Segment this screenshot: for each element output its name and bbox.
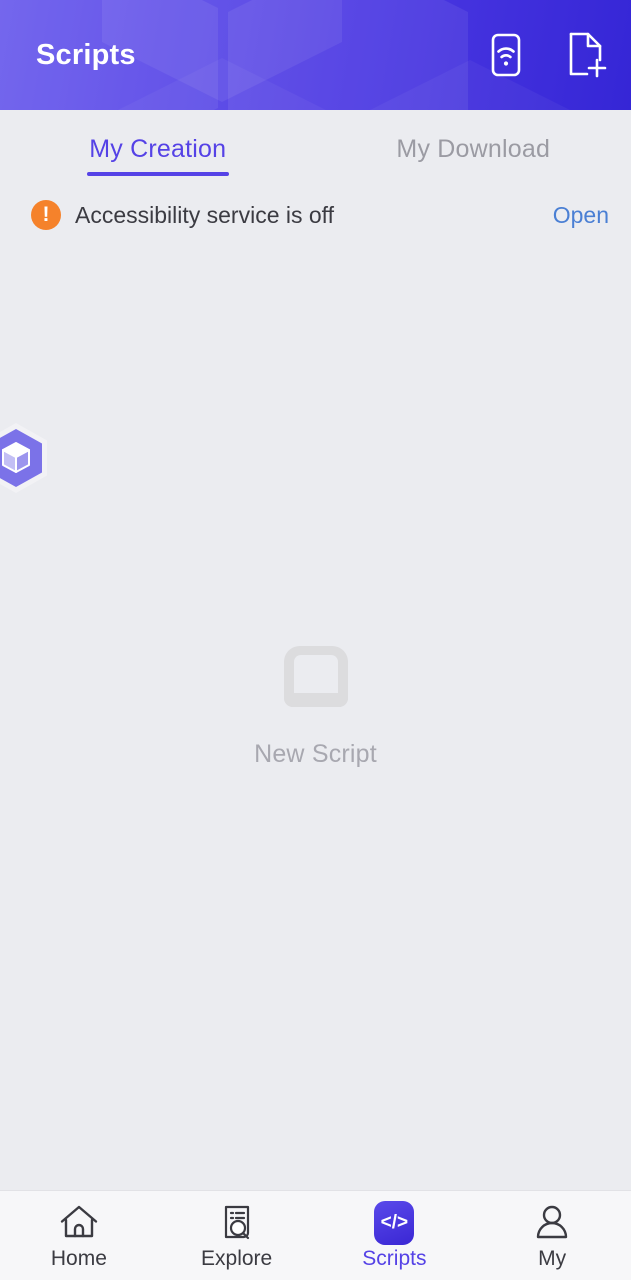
app-header: Scripts: [0, 0, 631, 110]
tab-active-indicator: [86, 172, 229, 176]
tab-my-download-label: My Download: [396, 134, 551, 163]
tab-my-download[interactable]: My Download: [316, 110, 631, 188]
new-document-icon[interactable]: [563, 32, 609, 78]
tab-my-creation-label: My Creation: [89, 134, 227, 163]
nav-item-scripts[interactable]: </> Scripts: [316, 1191, 474, 1280]
nav-item-scripts-label: Scripts: [362, 1247, 427, 1270]
tab-my-creation[interactable]: My Creation: [0, 110, 316, 188]
script-list-content: New Script: [0, 242, 631, 1182]
nav-item-explore[interactable]: Explore: [158, 1191, 316, 1280]
device-wifi-icon[interactable]: [483, 32, 529, 78]
alert-circle-icon: !: [31, 200, 61, 230]
accessibility-warning-banner: ! Accessibility service is off Open: [0, 188, 631, 242]
explore-document-search-icon: [215, 1202, 259, 1244]
nav-item-my-label: My: [538, 1247, 567, 1270]
code-brackets-tile: </>: [374, 1201, 415, 1245]
code-brackets-glyph: </>: [380, 1212, 409, 1233]
nav-item-my[interactable]: My: [473, 1191, 631, 1280]
empty-state[interactable]: New Script: [0, 638, 631, 769]
nav-item-explore-label: Explore: [201, 1247, 273, 1270]
tab-inactive-indicator: [402, 172, 544, 176]
nav-item-home-label: Home: [50, 1247, 107, 1270]
code-brackets-icon: </>: [374, 1201, 415, 1245]
nav-item-home[interactable]: Home: [0, 1191, 158, 1280]
alert-glyph: !: [42, 202, 50, 226]
empty-tray-icon: [283, 646, 348, 707]
bottom-navigation: Home Explore </> Scripts My: [0, 1190, 631, 1280]
home-icon: [57, 1202, 101, 1244]
cube-badge-icon[interactable]: [0, 420, 53, 496]
page-title: Scripts: [36, 38, 136, 71]
open-accessibility-settings-link[interactable]: Open: [553, 202, 609, 229]
empty-state-label: New Script: [254, 740, 377, 768]
tab-bar: My Creation My Download: [0, 110, 631, 188]
header-actions: [483, 32, 609, 78]
accessibility-warning-text: Accessibility service is off: [75, 201, 335, 228]
person-icon: [530, 1202, 574, 1244]
